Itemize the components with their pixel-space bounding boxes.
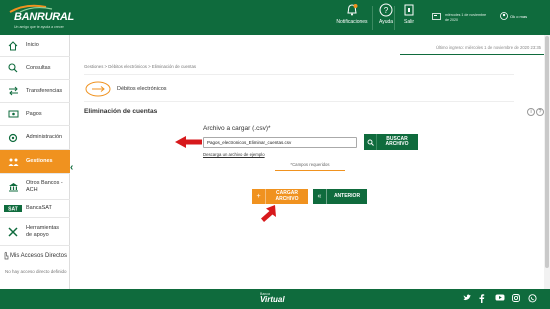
scrollbar-thumb[interactable] bbox=[545, 36, 549, 268]
info-button[interactable]: i bbox=[527, 108, 535, 116]
breadcrumb: Gestiones > Débitos electrónicos > Elimi… bbox=[84, 64, 197, 69]
home-icon bbox=[7, 40, 19, 52]
logo-text: BANRURAL bbox=[14, 11, 74, 23]
tools-icon bbox=[7, 226, 19, 238]
sidebar-item-gestiones[interactable]: Gestiones bbox=[0, 150, 70, 174]
facebook-icon[interactable] bbox=[476, 294, 486, 304]
user-menu[interactable]: Ok o mas bbox=[510, 14, 527, 19]
file-path-input[interactable]: Pagos_electronicos_Eliminar_cuentas.csv bbox=[203, 137, 357, 148]
back-button[interactable]: « ANTERIOR bbox=[313, 189, 367, 204]
sidebar-item-label: Pagos bbox=[26, 110, 42, 117]
sidebar-item-consultas[interactable]: Consultas bbox=[0, 57, 70, 80]
management-icon bbox=[7, 156, 19, 168]
accesos-directos-title[interactable]: Mis Accesos Directos bbox=[10, 253, 67, 259]
sidebar-item-label: Herramientas de apoyo bbox=[26, 224, 60, 238]
exit-button[interactable]: Salir bbox=[389, 3, 429, 25]
banrural-logo[interactable]: BANRURAL Un amigo que te ayuda a crecer bbox=[6, 3, 74, 31]
payment-icon bbox=[7, 108, 19, 120]
sidebar-item-label: Transferencias bbox=[26, 87, 63, 94]
direct-debit-icon bbox=[85, 81, 111, 97]
sidebar-item-label: Otros Bancos - ACH bbox=[26, 179, 63, 193]
banca-virtual-logo: Banca Virtual bbox=[260, 292, 286, 306]
bank-icon bbox=[7, 181, 19, 193]
exit-label: Salir bbox=[403, 19, 414, 25]
whatsapp-icon[interactable] bbox=[527, 294, 537, 304]
download-example-link[interactable]: Descarga un archivo de ejemplo bbox=[203, 152, 265, 157]
load-file-label: CARGAR ARCHIVO bbox=[275, 190, 299, 202]
section-title: Débitos electrónicos bbox=[117, 86, 167, 92]
help-circle-button[interactable]: ? bbox=[536, 108, 544, 116]
sidebar-item-label: BancaSAT bbox=[26, 205, 52, 211]
last-login: Último ingreso: miércoles 1 de noviembre… bbox=[436, 45, 541, 50]
sidebar: Inicio Consultas Transferencias Pagos Ad… bbox=[0, 35, 70, 289]
sidebar-item-pagos[interactable]: Pagos bbox=[0, 103, 70, 126]
divider bbox=[400, 54, 545, 55]
search-file-label: BUSCAR ARCHIVO bbox=[385, 135, 409, 147]
sidebar-item-inicio[interactable]: Inicio bbox=[0, 35, 70, 57]
load-file-button[interactable]: + CARGAR ARCHIVO bbox=[252, 189, 308, 204]
footer-logo-big: Virtual bbox=[260, 295, 285, 304]
red-arrow-annotation bbox=[175, 136, 202, 148]
sidebar-item-herramientas[interactable]: Herramientas de apoyo bbox=[0, 218, 70, 246]
hand-pointer-icon bbox=[4, 251, 9, 260]
instagram-icon[interactable] bbox=[511, 294, 521, 304]
section-header: Débitos electrónicos bbox=[84, 74, 514, 102]
youtube-icon[interactable] bbox=[495, 294, 505, 304]
back-label: ANTERIOR bbox=[333, 192, 361, 199]
back-arrow-icon: « bbox=[313, 189, 327, 204]
user-icon bbox=[500, 12, 508, 20]
twitter-icon[interactable] bbox=[462, 294, 472, 304]
search-icon bbox=[364, 134, 377, 150]
transfer-icon bbox=[7, 85, 19, 97]
sidebar-item-label: Administración bbox=[26, 134, 63, 140]
required-note: *Campos requeridos bbox=[275, 162, 345, 171]
search-icon bbox=[7, 62, 19, 74]
page-title: Eliminación de cuentas bbox=[84, 108, 158, 115]
sidebar-item-label: Inicio bbox=[26, 42, 39, 48]
logo-tagline: Un amigo que te ayuda a crecer bbox=[14, 25, 64, 29]
accesos-directos-empty: No hay acceso directo definido bbox=[5, 269, 67, 274]
sat-logo-icon: SAT bbox=[4, 203, 22, 215]
admin-icon bbox=[7, 132, 19, 144]
screen-icon bbox=[432, 13, 441, 20]
bell-icon bbox=[347, 4, 358, 16]
sidebar-item-otros-bancos[interactable]: Otros Bancos - ACH bbox=[0, 174, 70, 200]
session-date: miércoles 1 de noviembre de 2020 bbox=[445, 13, 487, 22]
plus-icon: + bbox=[252, 189, 266, 204]
svg-text:SAT: SAT bbox=[8, 207, 18, 213]
sidebar-item-label: Gestiones bbox=[26, 158, 53, 164]
exit-icon bbox=[404, 4, 414, 16]
sidebar-item-label: Consultas bbox=[26, 64, 51, 71]
sidebar-item-administracion[interactable]: Administración bbox=[0, 126, 70, 150]
file-field-label: Archivo a cargar (.csv)* bbox=[203, 125, 271, 132]
collapse-sidebar-icon[interactable]: ‹ bbox=[70, 161, 78, 175]
red-arrow-annotation bbox=[261, 205, 276, 222]
search-file-button[interactable]: BUSCAR ARCHIVO bbox=[364, 134, 418, 150]
sidebar-item-bancasat[interactable]: SAT BancaSAT bbox=[0, 200, 70, 218]
sidebar-item-transferencias[interactable]: Transferencias bbox=[0, 80, 70, 103]
